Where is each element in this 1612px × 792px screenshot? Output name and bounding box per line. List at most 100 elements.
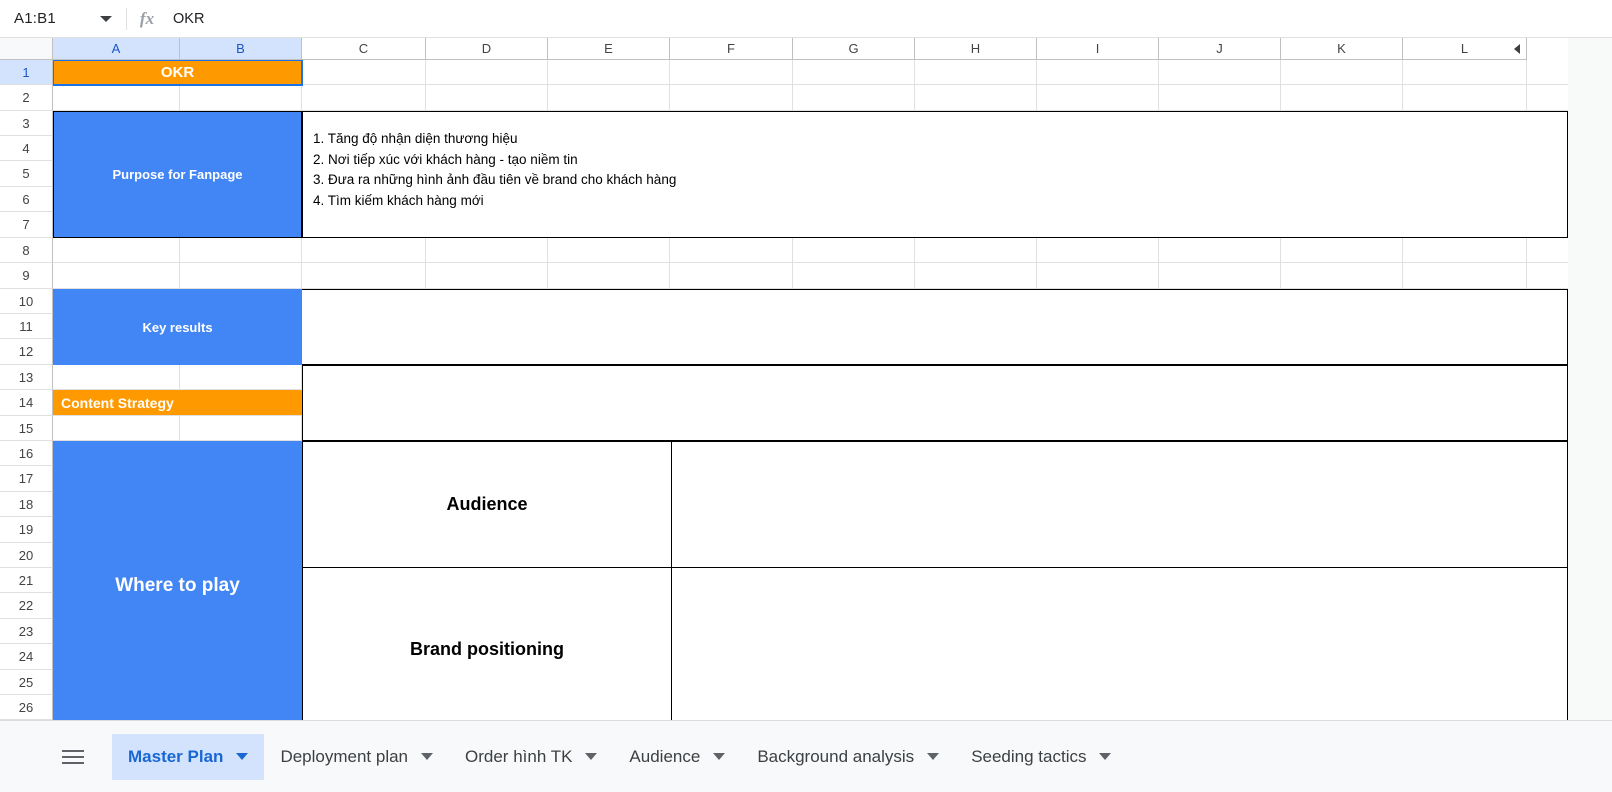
row-header-2[interactable]: 2 bbox=[0, 85, 53, 111]
cell-A3-purpose-label[interactable]: Purpose for Fanpage bbox=[53, 111, 302, 238]
row-header-12[interactable]: 12 bbox=[0, 339, 53, 365]
row-header-label: 16 bbox=[18, 445, 34, 461]
name-box[interactable]: A1:B1 bbox=[0, 0, 126, 38]
row-header-25[interactable]: 25 bbox=[0, 670, 53, 695]
cell-text: Purpose for Fanpage bbox=[112, 167, 243, 182]
row-header-24[interactable]: 24 bbox=[0, 644, 53, 670]
column-header-label: K bbox=[1337, 41, 1346, 56]
column-header-H[interactable]: H bbox=[915, 38, 1037, 60]
column-header-K[interactable]: K bbox=[1281, 38, 1403, 60]
triangle-left-icon[interactable] bbox=[1514, 43, 1520, 54]
cell-text: OKR bbox=[160, 64, 195, 81]
row-header-19[interactable]: 19 bbox=[0, 517, 53, 543]
sheet-tab-deployment-plan[interactable]: Deployment plan bbox=[264, 734, 449, 780]
row-header-15[interactable]: 15 bbox=[0, 416, 53, 441]
row-header-label: 13 bbox=[18, 369, 34, 385]
row-header-label: 12 bbox=[18, 344, 34, 359]
cell-A13-content-strategy-label[interactable]: Content Strategy bbox=[53, 390, 302, 415]
column-header-G[interactable]: G bbox=[793, 38, 915, 60]
column-headers: A B C D E F G H I J K L bbox=[53, 38, 1612, 60]
sheet-tab-background-analysis[interactable]: Background analysis bbox=[741, 734, 955, 780]
cell-text: Where to play bbox=[115, 575, 240, 596]
row-header-21[interactable]: 21 bbox=[0, 568, 53, 593]
row-header-label: 23 bbox=[18, 623, 34, 639]
cell-F15-audience-body[interactable] bbox=[672, 441, 1568, 568]
sheet-tab-audience[interactable]: Audience bbox=[613, 734, 741, 780]
column-header-label: A bbox=[111, 41, 121, 56]
row-header-label: 24 bbox=[18, 649, 34, 664]
select-all-corner[interactable] bbox=[0, 38, 53, 60]
row-header-11[interactable]: 11 bbox=[0, 314, 53, 339]
cell-A15-where-to-play-label[interactable]: Where to play bbox=[53, 441, 302, 720]
chevron-down-icon[interactable] bbox=[421, 753, 434, 760]
row-header-9[interactable]: 9 bbox=[0, 263, 53, 289]
row-header-13[interactable]: 13 bbox=[0, 365, 53, 390]
sheet-tab-master-plan[interactable]: Master Plan bbox=[112, 733, 265, 780]
column-header-J[interactable]: J bbox=[1159, 38, 1281, 60]
cell-C3-purpose-body[interactable]: 1. Tăng độ nhận diện thương hiệu 2. Nơi … bbox=[302, 111, 1568, 238]
sheet-tab-label: Master Plan bbox=[128, 746, 224, 766]
row-header-18[interactable]: 18 bbox=[0, 492, 53, 517]
chevron-down-icon[interactable] bbox=[1099, 753, 1112, 760]
column-header-label: D bbox=[481, 41, 492, 56]
column-header-B[interactable]: B bbox=[180, 38, 302, 60]
cell-A9-key-results-label[interactable]: Key results bbox=[53, 289, 302, 365]
cell-C9-key-results-body[interactable] bbox=[302, 289, 1568, 365]
column-header-label: E bbox=[604, 41, 613, 56]
column-header-C[interactable]: C bbox=[302, 38, 426, 60]
hamburger-menu-icon[interactable] bbox=[56, 740, 90, 774]
sheet-tab-order-hình-tk[interactable]: Order hình TK bbox=[449, 734, 613, 780]
column-header-label: H bbox=[970, 41, 981, 56]
column-header-F[interactable]: F bbox=[670, 38, 793, 60]
cell-C15-audience-label[interactable]: Audience bbox=[302, 441, 672, 568]
row-header-26[interactable]: 26 bbox=[0, 695, 53, 720]
cell-A1-okr-title[interactable]: OKR bbox=[53, 60, 302, 85]
row-header-1[interactable]: 1 bbox=[0, 60, 53, 85]
formula-input[interactable]: OKR bbox=[165, 0, 1612, 38]
formula-bar: A1:B1 fx OKR bbox=[0, 0, 1612, 38]
row-header-8[interactable]: 8 bbox=[0, 238, 53, 263]
cell-text: Brand positioning bbox=[410, 638, 564, 659]
column-header-E[interactable]: E bbox=[548, 38, 670, 60]
column-header-D[interactable]: D bbox=[426, 38, 548, 60]
chevron-down-icon[interactable] bbox=[713, 753, 726, 760]
cell-F20-brand-positioning-body[interactable] bbox=[672, 568, 1568, 720]
row-header-label: 17 bbox=[18, 471, 34, 486]
row-header-7[interactable]: 7 bbox=[0, 212, 53, 238]
row-header-label: 9 bbox=[22, 268, 30, 283]
row-header-label: 4 bbox=[22, 140, 30, 156]
row-header-3[interactable]: 3 bbox=[0, 111, 53, 136]
sheet-tabs: Master Plan Deployment plan Order hình TK A… bbox=[112, 733, 1127, 780]
cell-text: Content Strategy bbox=[61, 394, 174, 411]
chevron-down-icon[interactable] bbox=[236, 753, 249, 760]
row-header-5[interactable]: 5 bbox=[0, 161, 53, 187]
sheet-tab-label: Seeding tactics bbox=[971, 746, 1087, 766]
cell-area: OKR Purpose for Fanpage 1. Tăng độ nhận … bbox=[53, 60, 1568, 720]
row-header-6[interactable]: 6 bbox=[0, 187, 53, 212]
row-header-label: 26 bbox=[18, 699, 34, 715]
row-header-label: 18 bbox=[18, 496, 34, 512]
row-header-22[interactable]: 22 bbox=[0, 593, 53, 619]
row-header-4[interactable]: 4 bbox=[0, 136, 53, 161]
cell-C20-brand-positioning-label[interactable]: Brand positioning bbox=[302, 568, 672, 720]
chevron-down-icon[interactable] bbox=[927, 753, 940, 760]
row-header-label: 14 bbox=[18, 395, 34, 410]
row-header-14[interactable]: 14 bbox=[0, 390, 53, 416]
sheet-tab-seeding-tactics[interactable]: Seeding tactics bbox=[955, 734, 1127, 780]
row-header-label: 20 bbox=[18, 547, 34, 563]
row-header-17[interactable]: 17 bbox=[0, 466, 53, 492]
chevron-down-icon[interactable] bbox=[585, 753, 598, 760]
row-header-20[interactable]: 20 bbox=[0, 543, 53, 568]
row-header-23[interactable]: 23 bbox=[0, 619, 53, 644]
chevron-down-icon[interactable] bbox=[100, 15, 112, 22]
row-header-16[interactable]: 16 bbox=[0, 441, 53, 466]
cell-C12-content-strategy-body[interactable] bbox=[302, 365, 1568, 441]
row-header-label: 15 bbox=[18, 420, 34, 436]
row-header-10[interactable]: 10 bbox=[0, 289, 53, 314]
column-header-I[interactable]: I bbox=[1037, 38, 1159, 60]
row-header-label: 3 bbox=[22, 115, 30, 131]
column-header-L[interactable]: L bbox=[1403, 38, 1527, 60]
column-header-A[interactable]: A bbox=[53, 38, 180, 60]
row-header-label: 7 bbox=[22, 217, 30, 232]
row-header-label: 2 bbox=[22, 90, 30, 105]
